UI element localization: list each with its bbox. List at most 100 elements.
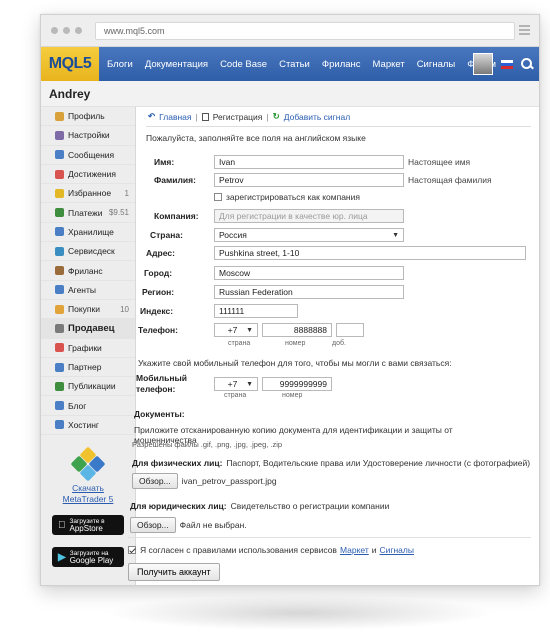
nav-market[interactable]: Маркет <box>373 59 405 70</box>
sidebar-item[interactable]: Избранное 1 <box>41 184 135 204</box>
phone-number-input[interactable]: 8888888 <box>262 323 332 337</box>
browse-legal-button[interactable]: Обзор... <box>130 517 176 533</box>
sidebar-item[interactable]: Хранилище <box>41 223 135 243</box>
googleplay-button[interactable]: ▶ Загрузите на Google Play <box>52 547 124 568</box>
zip-input[interactable]: 111111 <box>214 304 298 318</box>
seller-icon <box>55 323 64 333</box>
nav-articles[interactable]: Статьи <box>279 59 310 70</box>
sidebar-item-label: Сервисдеск <box>68 246 115 257</box>
agree-and: и <box>371 545 377 555</box>
metatrader-logo-icon[interactable] <box>70 446 106 482</box>
mobile-number-input[interactable]: 9999999999 <box>262 377 332 391</box>
breadcrumb-separator: | <box>266 111 269 122</box>
sidebar-item[interactable]: Фриланс <box>41 261 135 281</box>
address-label: Адрес: <box>146 248 175 258</box>
sidebar-item-label: Покупки <box>68 304 100 315</box>
browse-individual-button[interactable]: Обзор... <box>132 473 178 489</box>
region-input[interactable]: Russian Federation <box>214 285 404 299</box>
documents-title: Документы: <box>134 409 185 419</box>
country-select[interactable]: Россия ▼ <box>214 228 404 242</box>
phone-ext-input[interactable] <box>336 323 364 337</box>
dropdown-arrow-icon: ▼ <box>392 232 399 239</box>
language-flag-icon[interactable] <box>501 59 513 69</box>
browser-window: www.mql5.com MQL5 Блоги Документация Cod… <box>40 14 540 586</box>
sidebar-item[interactable]: Блог <box>41 396 135 416</box>
sidebar-item-count: 1 <box>124 188 129 198</box>
sidebar-item[interactable]: Агенты <box>41 281 135 300</box>
market-link[interactable]: Маркет <box>340 545 369 555</box>
storage-icon <box>55 227 64 237</box>
get-account-button[interactable]: Получить аккаунт <box>128 563 220 581</box>
sidebar-item[interactable]: Продавец <box>41 319 135 339</box>
company-checkbox[interactable] <box>214 193 222 201</box>
address-bar[interactable]: www.mql5.com <box>95 22 515 40</box>
site-logo[interactable]: MQL5 <box>41 47 99 81</box>
sidebar-item[interactable]: Публикации <box>41 377 135 397</box>
signals-link[interactable]: Сигналы <box>380 545 414 555</box>
window-dot-icon[interactable] <box>75 27 82 34</box>
first-name-hint: Настоящее имя <box>408 157 471 167</box>
phone-number-sublabel: номер <box>285 340 306 347</box>
breadcrumb-current: Регистрация <box>212 111 263 122</box>
region-label: Регион: <box>142 287 175 297</box>
sidebar-item[interactable]: Профиль <box>41 107 135 127</box>
phone-country-sublabel: страна <box>228 340 251 347</box>
country-label: Страна: <box>150 230 183 240</box>
window-dot-icon[interactable] <box>51 27 58 34</box>
play-icon: ▶ <box>58 551 66 563</box>
breadcrumb-home[interactable]: Главная <box>159 112 191 122</box>
nav-codebase[interactable]: Code Base <box>220 59 267 70</box>
phone-country-code-select[interactable]: +7 ▼ <box>214 323 258 337</box>
nav-freelance[interactable]: Фриланс <box>322 59 361 70</box>
sidebar-item[interactable]: Хостинг <box>41 416 135 436</box>
sidebar-item-label: Блог <box>68 400 87 411</box>
mobile-country-code-select[interactable]: +7 ▼ <box>214 377 258 391</box>
first-name-input[interactable]: Ivan <box>214 155 404 169</box>
breadcrumb: ↶ Главная | Регистрация | ↻ Добавить сиг… <box>146 107 531 127</box>
menu-icon[interactable] <box>519 25 530 37</box>
sidebar-item[interactable]: Покупки 10 <box>41 300 135 320</box>
search-icon[interactable] <box>521 58 533 70</box>
appstore-button[interactable]:  Загрузите вAppStore <box>52 515 124 536</box>
nav-docs[interactable]: Документация <box>145 59 208 70</box>
document-icon <box>201 112 209 121</box>
sidebar-item[interactable]: Сервисдеск <box>41 242 135 262</box>
company-input[interactable]: Для регистрации в качестве юр. лица <box>214 209 404 223</box>
page-shadow <box>110 596 490 630</box>
sidebar-item[interactable]: Настройки <box>41 126 135 146</box>
address-input[interactable]: Pushkina street, 1-10 <box>214 246 526 260</box>
back-arrow-icon: ↶ <box>148 111 156 121</box>
avatar[interactable] <box>473 53 493 75</box>
agree-text: Я согласен с правилами использования сер… <box>140 545 337 555</box>
promo-line1: Скачать <box>72 483 104 494</box>
country-value: Россия <box>219 230 247 240</box>
last-name-input[interactable]: Petrov <box>214 173 404 187</box>
sidebar-item[interactable]: Платежи $9.51 <box>41 203 135 223</box>
sidebar-item-count: $9.51 <box>108 208 129 218</box>
nav-blogs[interactable]: Блоги <box>107 59 133 70</box>
window-dot-icon[interactable] <box>63 27 70 34</box>
sidebar-item[interactable]: Сообщения <box>41 146 135 165</box>
sidebar-item[interactable]: Достижения <box>41 165 135 185</box>
mobile-number-sublabel: номер <box>282 392 303 399</box>
download-metatrader-link[interactable]: Скачать MetaTrader 5 <box>41 483 135 505</box>
agree-checkbox[interactable] <box>128 546 136 554</box>
city-label: Город: <box>144 268 173 278</box>
add-signal-link[interactable]: Добавить сигнал <box>284 112 350 122</box>
nav-signals[interactable]: Сигналы <box>417 59 456 70</box>
legal-title: Для юридических лиц: <box>130 501 227 511</box>
partner-icon <box>55 362 64 372</box>
sidebar: Профиль Настройки Сообщения Достижения Избра… <box>41 107 136 585</box>
documents-allowed: Разрешены файлы .gif, .png, .jpg, .jpeg,… <box>132 440 283 449</box>
sidebar-item-label: Хостинг <box>68 419 99 430</box>
form-intro: Пожалуйста, заполняйте все поля на англи… <box>146 133 366 143</box>
username-heading: Andrey <box>41 81 539 107</box>
logo-text: MQL5 <box>48 55 92 72</box>
city-input[interactable]: Moscow <box>214 266 404 280</box>
sidebar-item[interactable]: Графики <box>41 339 135 358</box>
legal-file-name: Файл не выбран. <box>179 520 247 530</box>
individual-description: Паспорт, Водительские права или Удостове… <box>226 458 531 468</box>
mobile-prompt: Укажите свой мобильный телефон для того,… <box>138 358 452 368</box>
sidebar-item[interactable]: Партнер <box>41 358 135 378</box>
sidebar-item-label: Достижения <box>68 169 116 180</box>
